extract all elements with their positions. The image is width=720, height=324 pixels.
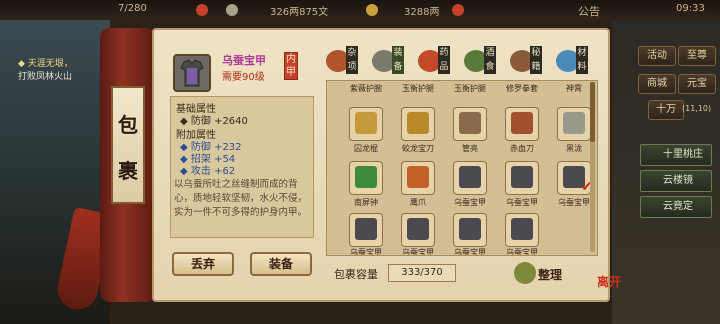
- bag-title-char: 包: [118, 113, 138, 137]
- item-label: 玉衡护腿: [454, 84, 486, 93]
- item-label: 玉衡护腿: [402, 84, 434, 93]
- selected-item-armor-icon: [173, 54, 211, 92]
- shop-button[interactable]: 商城: [638, 74, 676, 94]
- inventory-slot[interactable]: [453, 107, 487, 141]
- blade-icon: [511, 112, 533, 134]
- inventory-grid: 紫薇护腕 玉衡护腿 玉衡护腿 修罗拳套 神霄 囚龙棍 蛟龙宝刀 管亮 赤血刀 黑…: [326, 80, 598, 256]
- inventory-slot[interactable]: [401, 213, 435, 247]
- destination-label: 云竟定: [663, 201, 693, 212]
- location-button[interactable]: 十万: [648, 100, 684, 120]
- capacity-label: 包裹容量: [334, 268, 378, 281]
- destination-label: 十里桃庄: [663, 149, 703, 160]
- inventory-slot[interactable]: [349, 107, 383, 141]
- item-label: 紫薇护腕: [350, 84, 382, 93]
- inventory-slot[interactable]: [349, 213, 383, 247]
- stamina-value: 7/280: [118, 3, 147, 14]
- quest-title: ◆ 天涯无垠，: [18, 59, 73, 69]
- quest-subtitle: 打败凤林火山: [18, 72, 73, 82]
- item-label: 修罗拳套: [506, 84, 538, 93]
- quest-tracker[interactable]: ◆ 天涯无垠， 打败凤林火山: [18, 58, 73, 84]
- blade-icon: [407, 112, 429, 134]
- inventory-slot[interactable]: [401, 161, 435, 195]
- close-seal-button[interactable]: 离开: [596, 276, 622, 302]
- item-label: 鹰爪: [410, 198, 426, 207]
- item-label: 乌蚕宝甲: [454, 248, 486, 256]
- top-hud-bar: 7/280 326两875文 3288两 公告 09:33: [0, 0, 720, 20]
- armor-icon: [459, 166, 481, 188]
- spear-icon: [459, 112, 481, 134]
- add-gold-icon[interactable]: [452, 4, 464, 16]
- claw-icon: [407, 166, 429, 188]
- gold-coin-icon: [366, 4, 378, 16]
- item-level-requirement: 需要90级: [222, 72, 265, 83]
- item-label: 南屏钟: [354, 198, 378, 207]
- notice-button[interactable]: 公告: [578, 3, 600, 19]
- destination-button-2[interactable]: 云楼镜: [640, 170, 712, 192]
- bag-title-panel: 包 裹: [111, 86, 145, 204]
- vip-button[interactable]: 至尊: [678, 46, 716, 66]
- armor-icon: [459, 218, 481, 240]
- gold-value: 3288两: [404, 7, 440, 18]
- inventory-slot[interactable]: [505, 161, 539, 195]
- item-name: 乌蚕宝甲: [222, 54, 266, 67]
- sort-bag-icon[interactable]: [514, 262, 536, 284]
- inventory-slot[interactable]: [453, 161, 487, 195]
- armor-icon: [511, 166, 533, 188]
- item-label: 乌蚕宝甲: [350, 248, 382, 256]
- discard-button[interactable]: 丢弃: [172, 252, 234, 276]
- silver-coin-icon: [226, 4, 238, 16]
- item-label: 乌蚕宝甲: [402, 248, 434, 256]
- inventory-slot[interactable]: [401, 107, 435, 141]
- sort-button[interactable]: 整理: [538, 266, 562, 283]
- tab-label: 秘籍: [530, 46, 542, 74]
- tab-label: 酒食: [484, 46, 496, 74]
- silver-value: 326两875文: [270, 7, 329, 18]
- base-attr-row: ◆ 防御 +2640: [180, 116, 248, 127]
- inventory-slot[interactable]: [505, 213, 539, 247]
- equip-button[interactable]: 装备: [250, 252, 312, 276]
- armor-icon: [511, 218, 533, 240]
- tab-medicine[interactable]: 药品: [414, 46, 450, 76]
- tab-label: 药品: [438, 46, 450, 74]
- tab-label: 杂项: [346, 46, 358, 74]
- destination-button-1[interactable]: 十里桃庄: [640, 144, 712, 166]
- destination-button-3[interactable]: 云竟定: [640, 196, 712, 218]
- tab-label: 材料: [576, 46, 588, 74]
- sword-icon: [563, 112, 585, 134]
- map-coordinates: (11,10): [682, 104, 712, 113]
- bag-title-char: 裹: [118, 159, 138, 183]
- tab-misc[interactable]: 杂项: [322, 46, 358, 76]
- inventory-slot[interactable]: [505, 107, 539, 141]
- clock-display: 09:33: [676, 3, 705, 14]
- item-label: 管亮: [462, 144, 478, 153]
- inventory-slot[interactable]: [557, 107, 591, 141]
- inventory-slot[interactable]: [349, 161, 383, 195]
- yuanbao-button[interactable]: 元宝: [678, 74, 716, 94]
- item-slot-tag: 内甲: [284, 52, 298, 80]
- capacity-value: 333/370: [388, 264, 456, 282]
- tab-materials[interactable]: 材料: [552, 46, 588, 76]
- inventory-scrollbar[interactable]: [590, 82, 595, 252]
- tab-label: 装备: [392, 46, 404, 74]
- tab-food[interactable]: 酒食: [460, 46, 496, 76]
- item-description: 以乌蚕所吐之丝缝制而成的背心，质地轻软坚韧，水火不侵，实为一件不可多得的护身内甲…: [174, 179, 308, 218]
- armor-icon: [407, 218, 429, 240]
- item-label: 赤血刀: [510, 144, 534, 153]
- activity-button[interactable]: 活动: [638, 46, 676, 66]
- staff-icon: [355, 112, 377, 134]
- item-label: 囚龙棍: [354, 144, 378, 153]
- tab-equipment[interactable]: 装备: [368, 46, 404, 76]
- item-label: 乌蚕宝甲: [506, 248, 538, 256]
- item-label: 乌蚕宝甲: [506, 198, 538, 207]
- item-label: 乌蚕宝甲: [454, 198, 486, 207]
- add-stamina-icon[interactable]: [196, 4, 208, 16]
- item-label: 蛟龙宝刀: [402, 144, 434, 153]
- bell-icon: [355, 166, 377, 188]
- destination-label: 云楼镜: [663, 175, 693, 186]
- armor-icon: [355, 218, 377, 240]
- scrollbar-thumb[interactable]: [590, 82, 595, 142]
- tab-manuals[interactable]: 秘籍: [506, 46, 542, 76]
- inventory-slot[interactable]: [453, 213, 487, 247]
- extra-attr-row: ◆ 攻击 +62: [180, 166, 236, 177]
